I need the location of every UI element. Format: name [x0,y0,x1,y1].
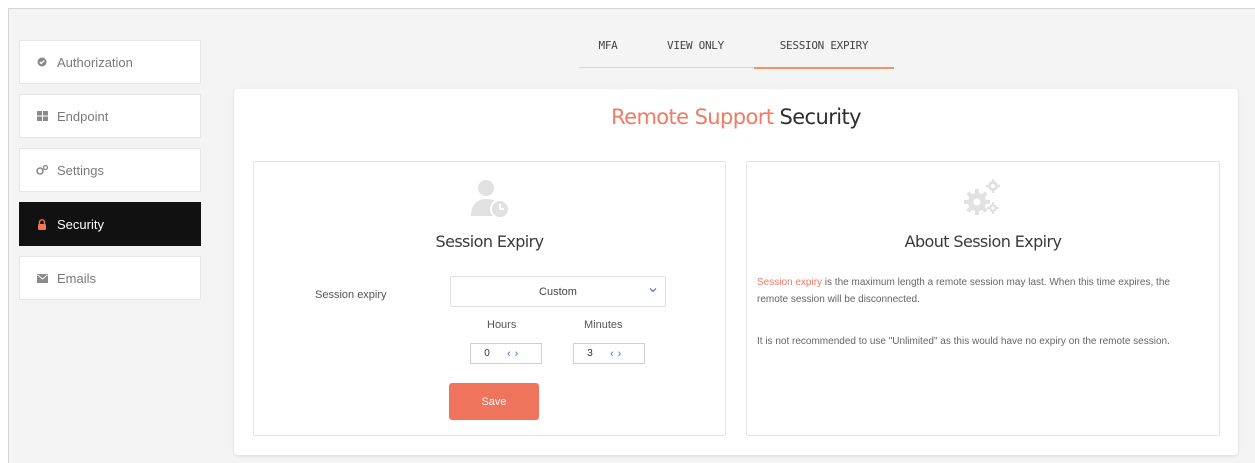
gears-icon [35,165,49,175]
main-card: Remote Support Security Session Expiry S… [234,89,1238,455]
minutes-value[interactable]: 3 [574,348,606,359]
chevron-right-icon[interactable]: › [515,348,519,360]
session-expiry-select[interactable]: Custom [450,276,666,307]
sidebar-item-label: Authorization [57,54,133,70]
session-expiry-label: Session expiry [315,289,387,301]
sidebar-item-label: Endpoint [57,108,109,124]
gears-icon [963,178,1003,223]
hours-value[interactable]: 0 [471,348,503,359]
user-clock-icon [468,178,512,227]
about-paragraph-2: It is not recommended to use "Unlimited"… [757,336,1170,347]
sidebar-item-authorization[interactable]: Authorization [19,40,201,84]
about-paragraph-1: Session expiry is the maximum length a r… [757,274,1199,308]
page-title: Remote Support Security [234,105,1238,129]
envelope-icon [35,273,49,283]
sidebar-item-settings[interactable]: Settings [19,148,201,192]
chevron-down-icon [649,285,657,296]
sidebar-item-emails[interactable]: Emails [19,256,201,300]
about-session-expiry-heading: About Session Expiry [904,232,1062,251]
lock-icon [35,218,49,230]
sidebar-item-label: Emails [57,270,97,286]
save-button[interactable]: Save [449,383,539,420]
tab-mfa[interactable]: MFA [579,31,637,67]
minutes-stepper[interactable]: 3 ‹ › [573,343,645,364]
session-expiry-heading: Session Expiry [435,232,545,251]
chevron-left-icon[interactable]: ‹ [507,348,511,360]
chevron-right-icon[interactable]: › [618,348,622,360]
hours-label: Hours [487,319,517,331]
session-expiry-panel: Session Expiry Session expiry Custom Hou… [253,161,726,436]
about-session-expiry-panel: About Session Expiry Session expiry is t… [746,161,1220,436]
tab-view-only[interactable]: VIEW ONLY [637,31,754,67]
tab-session-expiry[interactable]: SESSION EXPIRY [754,31,894,69]
sidebar-item-label: Settings [57,162,104,178]
chevron-left-icon[interactable]: ‹ [610,348,614,360]
sidebar-item-security[interactable]: Security [19,202,201,246]
hours-stepper[interactable]: 0 ‹ › [470,343,542,364]
page-title-rest: Security [779,105,861,129]
about-highlight: Session expiry [757,277,823,288]
sidebar: Authorization Endpoint Settings Security… [19,40,201,310]
page-title-accent: Remote Support [611,105,774,129]
sidebar-item-endpoint[interactable]: Endpoint [19,94,201,138]
windows-icon [35,111,49,121]
tab-bar: MFA VIEW ONLY SESSION EXPIRY [579,31,894,69]
session-expiry-select-value: Custom [539,285,577,298]
sidebar-item-label: Security [57,216,104,232]
check-circle-icon [35,57,49,67]
minutes-label: Minutes [584,319,623,331]
